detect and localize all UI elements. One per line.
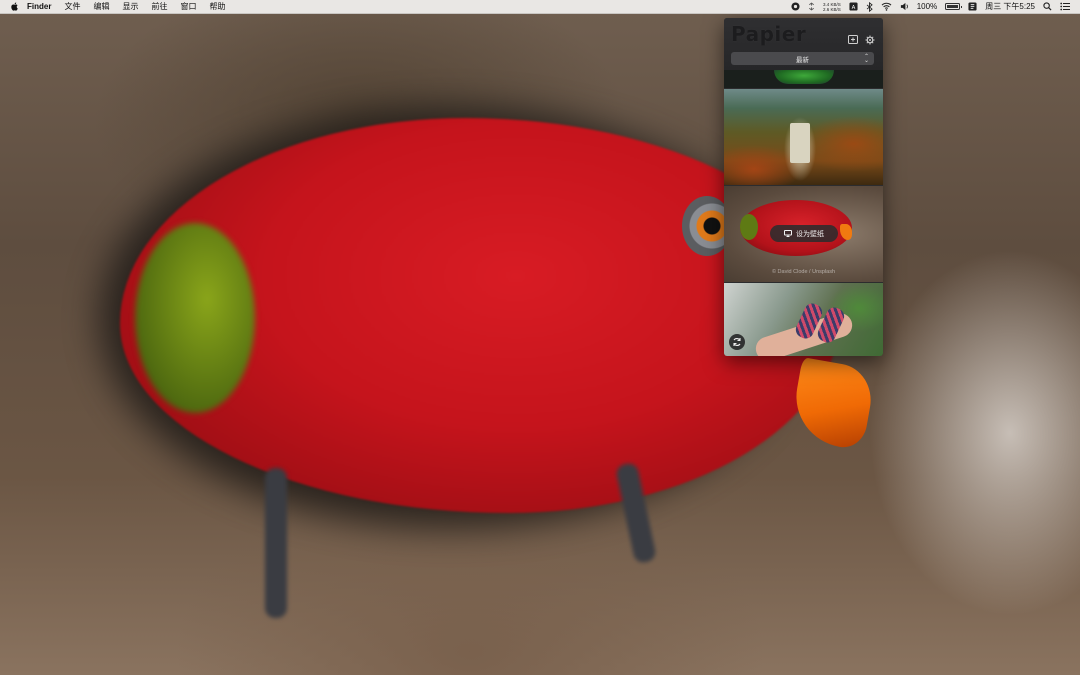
sort-selected-value: 最新	[796, 56, 809, 64]
photo-credit: © David Clode / Unsplash	[771, 269, 836, 275]
set-wallpaper-label: 设为壁纸	[796, 230, 824, 238]
net-download: 2.6 KB/S	[822, 6, 841, 12]
thumbnail-image-detail	[774, 70, 834, 84]
papier-menubar-icon[interactable]	[791, 0, 800, 13]
apple-icon[interactable]	[11, 2, 19, 11]
gear-icon[interactable]	[864, 34, 875, 45]
notification-center-icon[interactable]	[1060, 0, 1070, 13]
network-speed[interactable]: 3.4 KB/S 2.6 KB/S	[823, 2, 841, 12]
input-source-icon[interactable]	[968, 0, 977, 13]
wifi-icon[interactable]	[881, 0, 892, 13]
menu-file[interactable]: 文件	[64, 0, 80, 13]
sync-icon[interactable]	[808, 0, 815, 13]
thumbnail-image-detail	[740, 214, 758, 240]
menu-view[interactable]: 显示	[122, 0, 138, 13]
popover-header: Papier 最新 ⌃ ⌄	[724, 18, 883, 70]
set-wallpaper-button[interactable]: 设为壁纸	[770, 225, 838, 242]
thumbnail-image-detail	[790, 123, 810, 163]
ime-icon[interactable]: A	[849, 0, 858, 13]
battery-percent[interactable]: 100%	[917, 0, 937, 13]
wallpaper-thumbnail-autumn-forest[interactable]	[724, 89, 883, 185]
wallpaper-thumbnail-aerial-green[interactable]	[724, 70, 883, 88]
sort-dropdown[interactable]: 最新 ⌃ ⌄	[731, 52, 874, 65]
menubar-clock[interactable]: 周三 下午5:25	[985, 0, 1035, 13]
monitor-icon	[784, 230, 792, 237]
desktop-wallpaper	[0, 13, 1080, 675]
refresh-icon[interactable]	[729, 334, 745, 350]
svg-text:A: A	[851, 5, 855, 11]
bluetooth-icon[interactable]	[866, 0, 873, 13]
papier-popover: Papier 最新 ⌃ ⌄ 设为壁纸 © David Clode / Unspla…	[724, 18, 883, 356]
menu-edit[interactable]: 编辑	[93, 0, 109, 13]
parrot-wing	[135, 223, 255, 413]
app-title: Papier	[731, 22, 807, 46]
wallpaper-thumbnail-sneakers[interactable]	[724, 283, 883, 356]
menu-bar: Finder 文件 编辑 显示 前往 窗口 帮助 3.4 KB/S 2.6 KB…	[0, 0, 1080, 14]
wallpaper-thumbnail-parrot[interactable]: 设为壁纸 © David Clode / Unsplash	[724, 186, 883, 282]
spotlight-icon[interactable]	[1043, 0, 1052, 13]
battery-icon[interactable]	[945, 3, 963, 10]
battery-fill	[947, 5, 959, 8]
parrot-beak	[788, 357, 877, 451]
menu-help[interactable]: 帮助	[209, 0, 225, 13]
menu-finder[interactable]: Finder	[27, 0, 51, 13]
parrot-leg	[265, 468, 287, 618]
add-to-desktop-icon[interactable]	[847, 34, 858, 45]
up-down-chevron-icon: ⌃ ⌄	[863, 54, 869, 64]
volume-icon[interactable]	[900, 0, 909, 13]
menu-go[interactable]: 前往	[151, 0, 167, 13]
menu-window[interactable]: 窗口	[180, 0, 196, 13]
